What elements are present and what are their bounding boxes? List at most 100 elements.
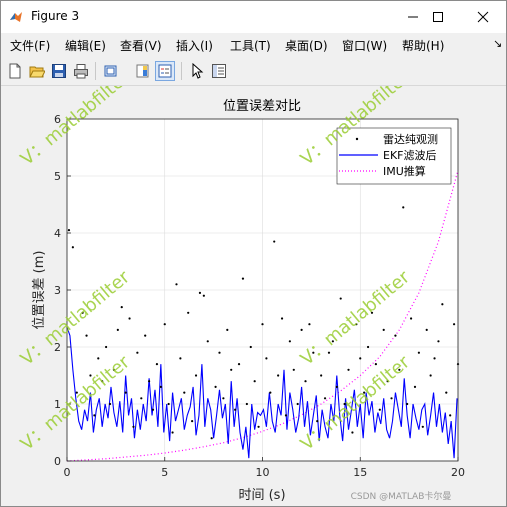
radar-point [241,277,245,280]
radar-point [296,402,299,406]
radar-point [183,391,186,394]
radar-point [433,357,436,360]
radar-point [413,385,417,388]
property-inspector-icon[interactable] [209,61,229,81]
radar-point [175,283,178,286]
menu-file[interactable]: 文件(F) [10,37,50,54]
radar-point [108,402,112,406]
radar-point [253,380,256,383]
radar-point [261,323,264,326]
x-tick-label: 20 [451,466,465,479]
open-file-icon[interactable] [27,61,47,81]
radar-point [300,328,303,331]
radar-point [409,317,413,320]
radar-point [151,408,155,411]
radar-point [198,291,202,294]
menu-bar: 文件(F) 编辑(E) 查看(V) 插入(I) 工具(T) 桌面(D) 窗口(W… [1,33,506,57]
print-icon[interactable] [71,61,91,81]
radar-point [163,323,166,326]
y-tick-label: 4 [54,227,61,240]
select-arrow-icon[interactable] [187,61,207,81]
x-tick-label: 10 [256,466,270,479]
radar-point [194,374,198,377]
radar-point [335,385,338,388]
matlab-icon [9,9,23,23]
radar-point [191,420,194,423]
menu-desktop[interactable]: 桌面(D) [285,37,328,54]
save-icon[interactable] [49,61,69,81]
y-axis-label: 位置误差 (m) [32,251,47,330]
radar-point [406,402,409,406]
footer-credit: CSDN @MATLAB卡尔曼 [351,490,452,502]
x-tick-label: 15 [353,466,367,479]
title-bar[interactable]: Figure 3 [1,1,506,33]
radar-point [206,340,209,343]
radar-point [140,397,143,400]
radar-point [257,425,260,428]
radar-point [441,303,444,306]
insert-colorbar-icon[interactable] [133,61,153,81]
radar-point [167,402,170,406]
new-figure-icon[interactable] [5,61,25,81]
insert-legend-icon[interactable] [155,61,175,81]
radar-point [273,240,276,243]
radar-point [374,363,377,366]
radar-point [359,357,362,360]
menu-help[interactable]: 帮助(H) [402,37,444,54]
radar-point [280,317,284,320]
radar-point [292,368,295,371]
radar-point [394,334,397,337]
radar-point [429,374,432,377]
window-title: Figure 3 [31,9,80,23]
radar-point [347,368,350,371]
radar-point [202,294,205,297]
radar-point [449,414,452,417]
radar-point [277,374,280,377]
radar-point [187,311,190,314]
menu-insert[interactable]: 插入(I) [176,37,213,54]
radar-point [402,206,405,209]
x-tick-label: 5 [161,466,168,479]
radar-point [366,345,370,349]
radar-point [288,340,291,343]
plot-canvas: 0 5 10 15 200123456 位置误差对比 时间 (s) 位置误差 (m) 雷… [17,66,465,503]
radar-point [136,351,139,354]
x-axis-label: 时间 (s) [238,488,285,503]
radar-point [304,380,307,383]
menu-view[interactable]: 查看(V) [120,37,162,54]
radar-point [425,328,428,331]
legend-label-ekf: EKF滤波后 [383,149,437,162]
radar-point [265,357,268,360]
maximize-button[interactable] [415,1,461,33]
radar-point [155,363,159,366]
radar-point [237,363,241,366]
close-button[interactable] [460,1,506,33]
radar-point [171,431,174,434]
radar-point [378,408,381,411]
radar-point [421,425,424,428]
radar-point [308,323,311,326]
legend-marker-radar [355,137,359,141]
radar-point [120,306,123,309]
close-icon [477,8,489,27]
radar-point [339,297,342,300]
toolbar [1,57,506,86]
menu-tools[interactable]: 工具(T) [230,37,271,54]
radar-point [93,414,96,417]
radar-point [437,340,440,343]
radar-point [97,357,100,360]
dock-arrow-icon[interactable]: ↘ [493,37,502,50]
radar-point [323,397,327,400]
legend[interactable]: 雷达纯观测 EKF滤波后 IMU推算 [336,127,452,185]
menu-window[interactable]: 窗口(W) [342,37,387,54]
radar-point [124,391,127,394]
radar-point [159,385,162,388]
radar-point [234,408,237,411]
radar-point [382,328,385,331]
radar-point [245,402,248,406]
link-plot-icon[interactable] [101,61,121,81]
radar-point [148,380,151,383]
menu-edit[interactable]: 编辑(E) [65,37,106,54]
toolbar-separator [95,62,96,80]
figure-window: Figure 3 文件(F) 编辑(E) 查看(V) 插入(I) 工具(T) 桌… [0,0,507,507]
